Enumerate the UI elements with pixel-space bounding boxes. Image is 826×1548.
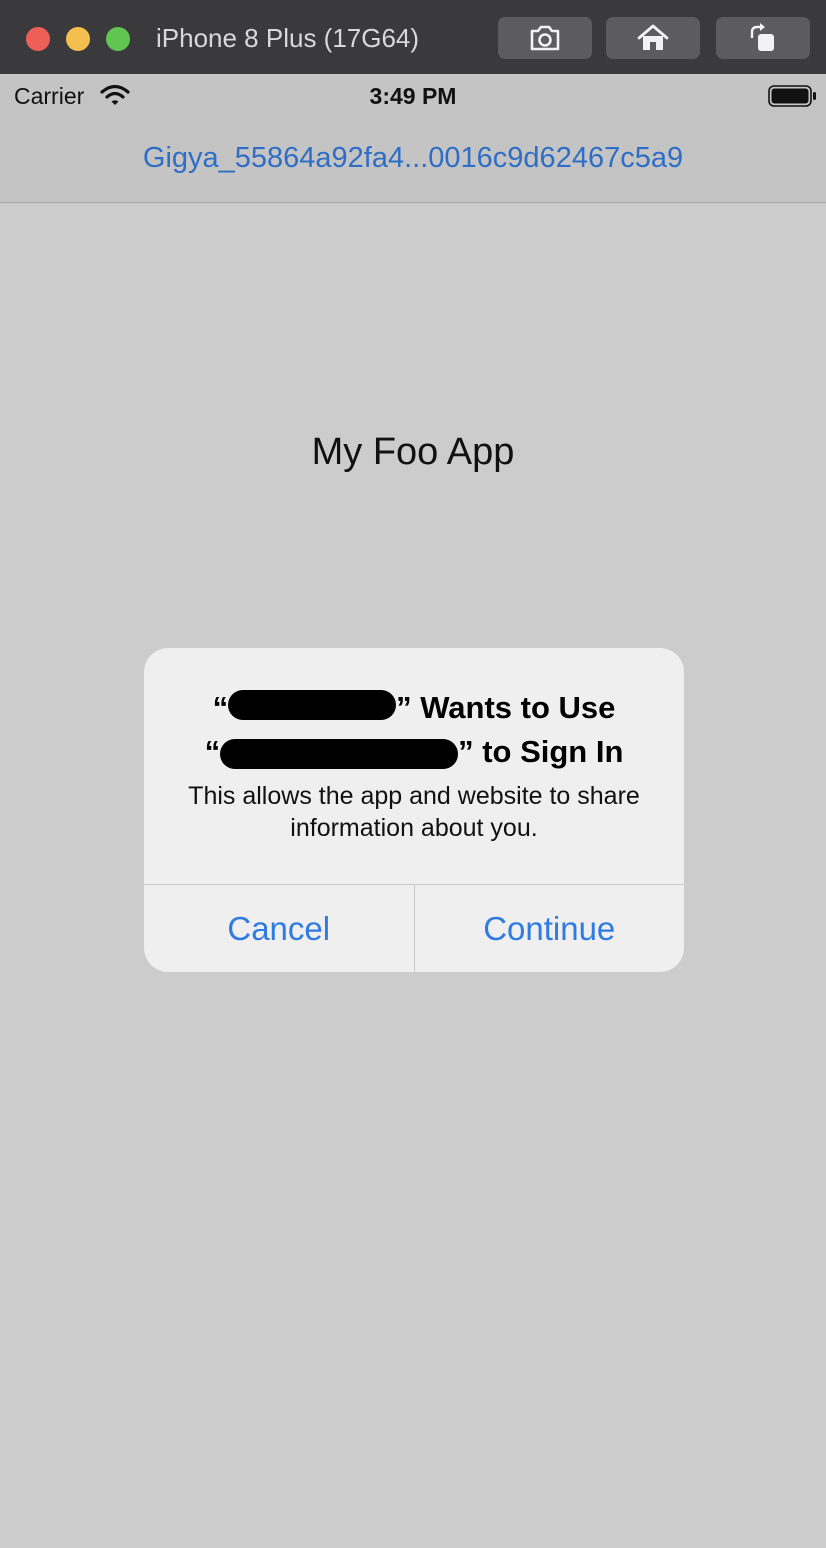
redaction-mark: [220, 738, 459, 769]
alert-title-line2-text: ” to Sign In: [458, 734, 624, 769]
home-icon: [637, 24, 669, 50]
home-button[interactable]: [606, 17, 700, 59]
alert-actions: Cancel Continue: [144, 884, 684, 972]
camera-icon: [530, 25, 560, 51]
redaction-mark: [228, 689, 397, 720]
simulator-title-bar: iPhone 8 Plus (17G64): [0, 0, 826, 75]
alert-title-quote-open-2: “: [204, 734, 221, 769]
continue-button[interactable]: Continue: [415, 885, 685, 972]
screenshot-button[interactable]: [498, 17, 592, 59]
alert-message: This allows the app and website to share…: [188, 782, 640, 842]
simulator-window: iPhone 8 Plus (17G64) Carrier 3:49 PM Gi…: [0, 0, 826, 1548]
alert-title-line1: “ ” Wants to Use: [212, 689, 616, 725]
status-time: 3:49 PM: [369, 83, 457, 109]
window-zoom-button[interactable]: [106, 27, 130, 51]
alert-title-quote-open-1: “: [212, 690, 229, 725]
cancel-button[interactable]: Cancel: [144, 885, 415, 972]
status-bar: Carrier 3:49 PM: [0, 74, 826, 116]
window-minimize-button[interactable]: [66, 27, 90, 51]
navigation-bar: Gigya_55864a92fa4...0016c9d62467c5a9: [0, 116, 826, 203]
rotate-icon: [750, 23, 774, 51]
app-heading: My Foo App: [311, 431, 515, 473]
alert-title-line1-text: ” Wants to Use: [396, 690, 616, 725]
sign-in-alert: “ ” Wants to Use “ ” to Sign In This allow…: [144, 648, 684, 972]
alert-title-line2: “ ” to Sign In: [205, 734, 624, 769]
alert-title: “ ” Wants to Use “ ” to Sign In: [174, 686, 654, 774]
device-title: iPhone 8 Plus (17G64): [156, 23, 420, 53]
window-close-button[interactable]: [26, 27, 50, 51]
battery-icon: [768, 85, 816, 107]
rotate-button[interactable]: [716, 17, 810, 59]
nav-title[interactable]: Gigya_55864a92fa4...0016c9d62467c5a9: [0, 140, 826, 176]
